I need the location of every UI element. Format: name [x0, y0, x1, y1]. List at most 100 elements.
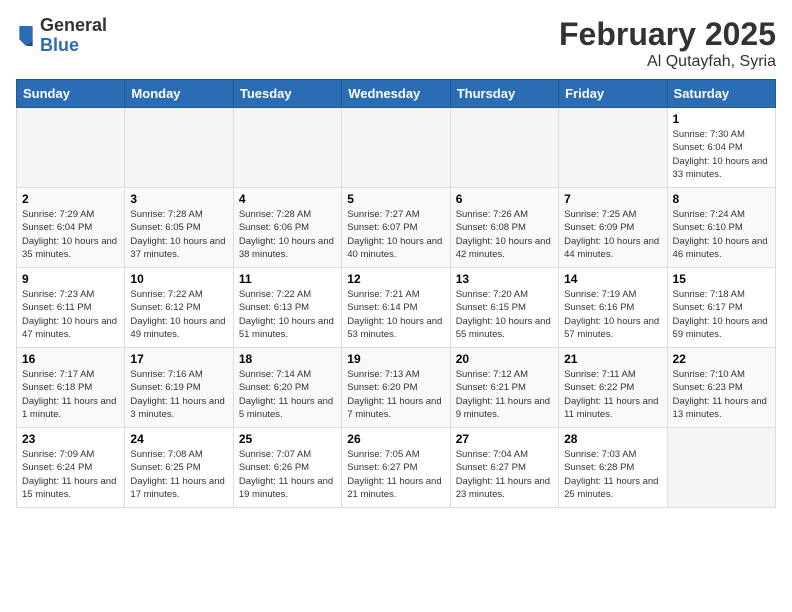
day-cell: 10 Sunrise: 7:22 AM Sunset: 6:12 PM Dayli…	[125, 268, 233, 348]
day-info: Sunrise: 7:04 AM Sunset: 6:27 PM Dayligh…	[456, 448, 553, 501]
day-number: 15	[673, 272, 770, 286]
page-header: General Blue February 2025 Al Qutayfah, …	[16, 16, 776, 71]
day-info: Sunrise: 7:28 AM Sunset: 6:05 PM Dayligh…	[130, 208, 227, 261]
week-row-3: 9 Sunrise: 7:23 AM Sunset: 6:11 PM Daylig…	[17, 268, 776, 348]
weekday-header-monday: Monday	[125, 80, 233, 108]
day-number: 24	[130, 432, 227, 446]
day-number: 2	[22, 192, 119, 206]
day-info: Sunrise: 7:05 AM Sunset: 6:27 PM Dayligh…	[347, 448, 444, 501]
day-cell: 4 Sunrise: 7:28 AM Sunset: 6:06 PM Daylig…	[233, 188, 341, 268]
day-number: 27	[456, 432, 553, 446]
day-info: Sunrise: 7:27 AM Sunset: 6:07 PM Dayligh…	[347, 208, 444, 261]
day-info: Sunrise: 7:07 AM Sunset: 6:26 PM Dayligh…	[239, 448, 336, 501]
weekday-header-friday: Friday	[559, 80, 667, 108]
day-number: 12	[347, 272, 444, 286]
day-number: 6	[456, 192, 553, 206]
day-cell: 25 Sunrise: 7:07 AM Sunset: 6:26 PM Dayli…	[233, 428, 341, 508]
day-info: Sunrise: 7:09 AM Sunset: 6:24 PM Dayligh…	[22, 448, 119, 501]
day-number: 25	[239, 432, 336, 446]
day-cell: 11Sunrise: 7:22 AM Sunset: 6:13 PM Dayli…	[233, 268, 341, 348]
day-info: Sunrise: 7:14 AM Sunset: 6:20 PM Dayligh…	[239, 368, 336, 421]
title-block: February 2025 Al Qutayfah, Syria	[559, 16, 776, 71]
logo-general: General	[40, 16, 107, 36]
day-number: 5	[347, 192, 444, 206]
day-cell: 14 Sunrise: 7:19 AM Sunset: 6:16 PM Dayli…	[559, 268, 667, 348]
week-row-2: 2Sunrise: 7:29 AM Sunset: 6:04 PM Daylig…	[17, 188, 776, 268]
day-number: 9	[22, 272, 119, 286]
day-info: Sunrise: 7:18 AM Sunset: 6:17 PM Dayligh…	[673, 288, 770, 341]
day-cell	[342, 108, 450, 188]
logo-icon	[16, 24, 36, 48]
day-cell: 23 Sunrise: 7:09 AM Sunset: 6:24 PM Dayli…	[17, 428, 125, 508]
day-cell: 5 Sunrise: 7:27 AM Sunset: 6:07 PM Daylig…	[342, 188, 450, 268]
day-info: Sunrise: 7:23 AM Sunset: 6:11 PM Dayligh…	[22, 288, 119, 341]
day-number: 16	[22, 352, 119, 366]
day-info: Sunrise: 7:11 AM Sunset: 6:22 PM Dayligh…	[564, 368, 661, 421]
day-number: 7	[564, 192, 661, 206]
day-number: 20	[456, 352, 553, 366]
day-info: Sunrise: 7:10 AM Sunset: 6:23 PM Dayligh…	[673, 368, 770, 421]
day-cell: 7 Sunrise: 7:25 AM Sunset: 6:09 PM Daylig…	[559, 188, 667, 268]
day-cell: 16Sunrise: 7:17 AM Sunset: 6:18 PM Dayli…	[17, 348, 125, 428]
day-info: Sunrise: 7:16 AM Sunset: 6:19 PM Dayligh…	[130, 368, 227, 421]
day-cell: 27 Sunrise: 7:04 AM Sunset: 6:27 PM Dayli…	[450, 428, 558, 508]
weekday-header-sunday: Sunday	[17, 80, 125, 108]
day-info: Sunrise: 7:22 AM Sunset: 6:12 PM Dayligh…	[130, 288, 227, 341]
day-number: 3	[130, 192, 227, 206]
day-cell: 21 Sunrise: 7:11 AM Sunset: 6:22 PM Dayli…	[559, 348, 667, 428]
day-info: Sunrise: 7:08 AM Sunset: 6:25 PM Dayligh…	[130, 448, 227, 501]
day-number: 1	[673, 112, 770, 126]
day-cell: 26Sunrise: 7:05 AM Sunset: 6:27 PM Dayli…	[342, 428, 450, 508]
day-cell: 12 Sunrise: 7:21 AM Sunset: 6:14 PM Dayli…	[342, 268, 450, 348]
day-cell	[233, 108, 341, 188]
day-number: 8	[673, 192, 770, 206]
day-cell: 6 Sunrise: 7:26 AM Sunset: 6:08 PM Daylig…	[450, 188, 558, 268]
day-cell	[17, 108, 125, 188]
day-cell: 1 Sunrise: 7:30 AM Sunset: 6:04 PM Daylig…	[667, 108, 775, 188]
location: Al Qutayfah, Syria	[559, 53, 776, 71]
day-cell: 24 Sunrise: 7:08 AM Sunset: 6:25 PM Dayli…	[125, 428, 233, 508]
day-info: Sunrise: 7:12 AM Sunset: 6:21 PM Dayligh…	[456, 368, 553, 421]
day-cell	[667, 428, 775, 508]
day-info: Sunrise: 7:30 AM Sunset: 6:04 PM Dayligh…	[673, 128, 770, 181]
month-title: February 2025	[559, 16, 776, 53]
week-row-4: 16Sunrise: 7:17 AM Sunset: 6:18 PM Dayli…	[17, 348, 776, 428]
day-info: Sunrise: 7:20 AM Sunset: 6:15 PM Dayligh…	[456, 288, 553, 341]
day-number: 23	[22, 432, 119, 446]
weekday-header-wednesday: Wednesday	[342, 80, 450, 108]
week-row-1: 1 Sunrise: 7:30 AM Sunset: 6:04 PM Daylig…	[17, 108, 776, 188]
day-number: 13	[456, 272, 553, 286]
day-cell: 3 Sunrise: 7:28 AM Sunset: 6:05 PM Daylig…	[125, 188, 233, 268]
day-info: Sunrise: 7:28 AM Sunset: 6:06 PM Dayligh…	[239, 208, 336, 261]
day-info: Sunrise: 7:24 AM Sunset: 6:10 PM Dayligh…	[673, 208, 770, 261]
weekday-header-saturday: Saturday	[667, 80, 775, 108]
day-info: Sunrise: 7:26 AM Sunset: 6:08 PM Dayligh…	[456, 208, 553, 261]
day-number: 19	[347, 352, 444, 366]
day-cell	[450, 108, 558, 188]
week-row-5: 23 Sunrise: 7:09 AM Sunset: 6:24 PM Dayli…	[17, 428, 776, 508]
day-number: 21	[564, 352, 661, 366]
calendar: SundayMondayTuesdayWednesdayThursdayFrid…	[16, 79, 776, 508]
weekday-header-tuesday: Tuesday	[233, 80, 341, 108]
day-info: Sunrise: 7:21 AM Sunset: 6:14 PM Dayligh…	[347, 288, 444, 341]
day-number: 28	[564, 432, 661, 446]
logo: General Blue	[16, 16, 107, 56]
day-cell: 28 Sunrise: 7:03 AM Sunset: 6:28 PM Dayli…	[559, 428, 667, 508]
day-cell: 17Sunrise: 7:16 AM Sunset: 6:19 PM Dayli…	[125, 348, 233, 428]
day-info: Sunrise: 7:25 AM Sunset: 6:09 PM Dayligh…	[564, 208, 661, 261]
day-cell: 19 Sunrise: 7:13 AM Sunset: 6:20 PM Dayli…	[342, 348, 450, 428]
day-number: 10	[130, 272, 227, 286]
day-cell: 22Sunrise: 7:10 AM Sunset: 6:23 PM Dayli…	[667, 348, 775, 428]
day-info: Sunrise: 7:19 AM Sunset: 6:16 PM Dayligh…	[564, 288, 661, 341]
day-info: Sunrise: 7:13 AM Sunset: 6:20 PM Dayligh…	[347, 368, 444, 421]
day-cell: 9 Sunrise: 7:23 AM Sunset: 6:11 PM Daylig…	[17, 268, 125, 348]
day-cell: 2Sunrise: 7:29 AM Sunset: 6:04 PM Daylig…	[17, 188, 125, 268]
day-number: 4	[239, 192, 336, 206]
day-cell: 18 Sunrise: 7:14 AM Sunset: 6:20 PM Dayli…	[233, 348, 341, 428]
logo-blue: Blue	[40, 36, 107, 56]
day-number: 14	[564, 272, 661, 286]
day-number: 18	[239, 352, 336, 366]
day-cell: 13 Sunrise: 7:20 AM Sunset: 6:15 PM Dayli…	[450, 268, 558, 348]
day-cell	[125, 108, 233, 188]
day-info: Sunrise: 7:03 AM Sunset: 6:28 PM Dayligh…	[564, 448, 661, 501]
